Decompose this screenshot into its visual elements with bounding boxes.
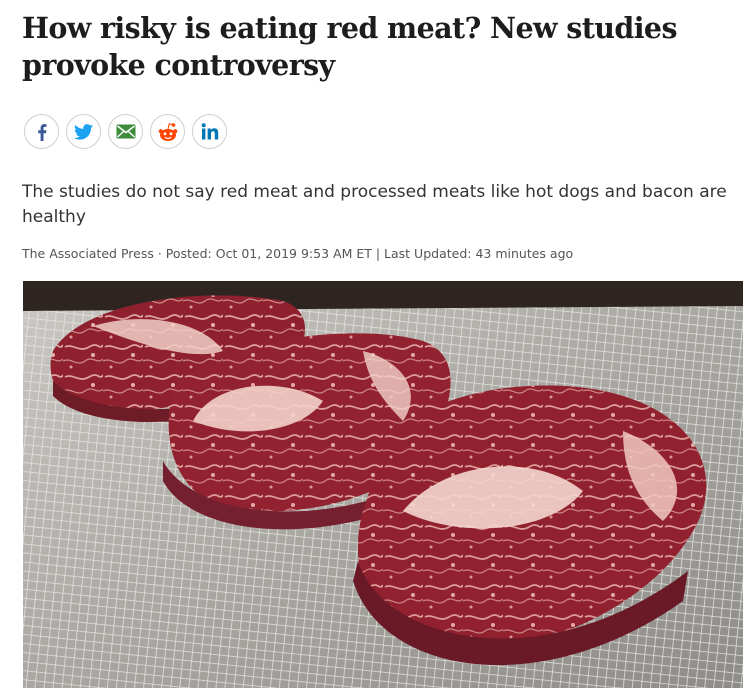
article-byline: The Associated Press · Posted: Oct 01, 2… <box>22 246 573 261</box>
share-linkedin-button[interactable] <box>192 114 227 149</box>
share-reddit-button[interactable] <box>150 114 185 149</box>
steak-photo-image <box>23 281 743 688</box>
byline-divider: | <box>371 246 385 261</box>
email-icon <box>116 124 135 139</box>
article-summary: The studies do not say red meat and proc… <box>22 182 727 227</box>
byline-separator: · <box>153 246 166 261</box>
linkedin-icon <box>201 123 218 140</box>
twitter-icon <box>74 123 93 140</box>
article-photo <box>23 281 743 688</box>
reddit-icon <box>158 122 177 141</box>
posted-label: Posted: <box>165 246 216 261</box>
article-headline: How risky is eating red meat? New studie… <box>22 11 678 82</box>
share-bar <box>24 114 227 149</box>
updated-label: Last Updated: <box>384 246 476 261</box>
author-name[interactable]: The Associated Press <box>22 246 154 261</box>
facebook-icon <box>37 123 46 141</box>
share-twitter-button[interactable] <box>66 114 101 149</box>
posted-date: Oct 01, 2019 9:53 AM ET <box>215 246 372 261</box>
share-facebook-button[interactable] <box>24 114 59 149</box>
updated-time: 43 minutes ago <box>475 246 574 261</box>
share-email-button[interactable] <box>108 114 143 149</box>
